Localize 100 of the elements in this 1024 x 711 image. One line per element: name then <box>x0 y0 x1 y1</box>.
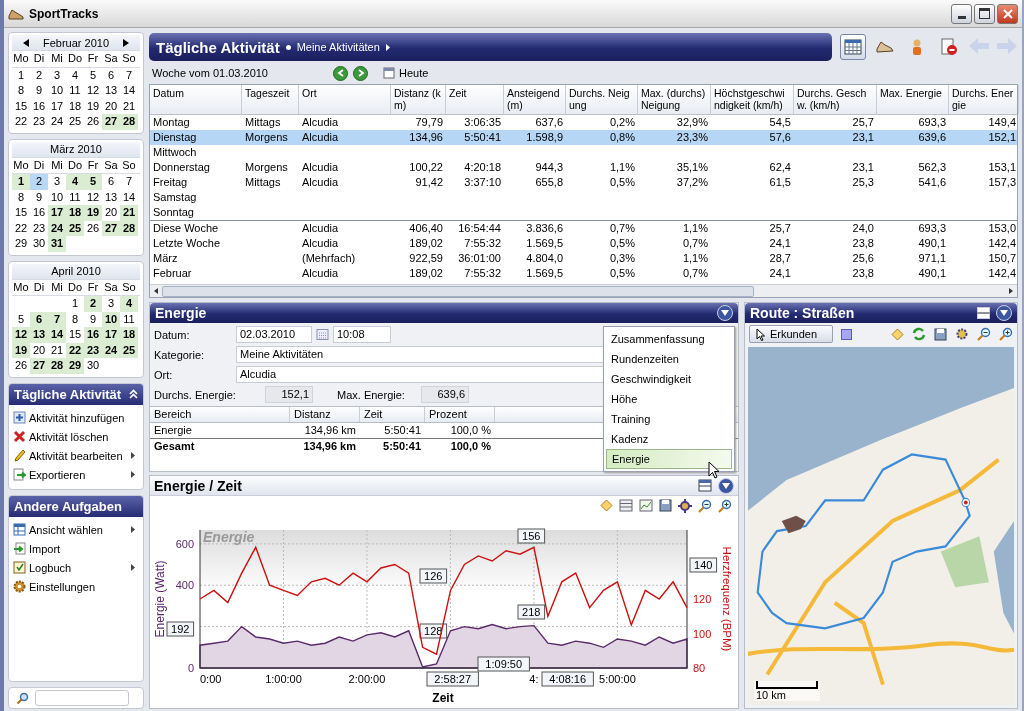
calendar-day[interactable]: 18 <box>66 98 84 114</box>
chevron-down-icon[interactable] <box>996 305 1012 321</box>
calendar-day[interactable]: 19 <box>84 205 102 221</box>
column-header[interactable]: Bereich <box>150 407 290 422</box>
calendar-day[interactable]: 20 <box>30 342 48 358</box>
calendar-day[interactable]: 20 <box>102 98 120 114</box>
column-header[interactable]: Höchstgeschwindigkeit (km/h) <box>711 85 794 114</box>
column-header[interactable]: Durchs. Energie <box>949 85 1019 114</box>
calendar-day[interactable]: 23 <box>30 114 48 130</box>
calendar-day[interactable]: 16 <box>30 205 48 221</box>
menu-item[interactable]: Training <box>606 409 732 429</box>
calendar-day[interactable]: 13 <box>102 189 120 205</box>
calendar-day[interactable]: 11 <box>66 189 84 205</box>
calendar-day[interactable]: 20 <box>102 205 120 221</box>
calendar-day[interactable]: 17 <box>48 98 66 114</box>
close-button[interactable] <box>997 3 1018 24</box>
calendar-day[interactable]: 1 <box>12 174 30 190</box>
calendar-day[interactable]: 29 <box>66 358 84 374</box>
table-row[interactable]: Donnerstag Morgens Alcudia 100,22 4:20:18 944,3 1,1% 35,1% 62,4 23,1 562,3 153,1 <box>150 160 1017 175</box>
calendar-day[interactable]: 5 <box>84 67 102 83</box>
calendar-day[interactable]: 3 <box>48 174 66 190</box>
calendar-day[interactable]: 31 <box>48 236 66 252</box>
calendar-day[interactable]: 15 <box>12 205 30 221</box>
calendar-day[interactable]: 7 <box>48 311 66 327</box>
calendar-day[interactable]: 23 <box>30 220 48 236</box>
calendar-day[interactable]: 15 <box>12 98 30 114</box>
calendar-day[interactable]: 27 <box>102 220 120 236</box>
calendar-day[interactable]: 10 <box>102 311 120 327</box>
calendar-day[interactable]: 7 <box>120 174 138 190</box>
calendar-icon[interactable] <box>316 328 329 341</box>
chevron-down-icon[interactable] <box>717 305 733 321</box>
column-header[interactable]: Datum <box>150 85 242 114</box>
calendar-day[interactable]: 4 <box>66 174 84 190</box>
calendar-day[interactable]: 14 <box>120 189 138 205</box>
task-item[interactable]: Aktivität bearbeiten <box>13 447 139 464</box>
column-header[interactable]: Ansteigend (m) <box>504 85 566 114</box>
zoom-out-icon[interactable] <box>698 499 712 514</box>
save-icon[interactable] <box>934 327 947 341</box>
previous-month-icon[interactable] <box>22 38 29 47</box>
calendar-day[interactable]: 8 <box>66 311 84 327</box>
calendar-day[interactable]: 26 <box>84 220 102 236</box>
column-header[interactable]: Durchs. Geschw. (km/h) <box>794 85 877 114</box>
table-row[interactable]: Montag Mittags Alcudia 79,79 3:06:35 637,6 0,2% 32,9% 54,5 25,7 693,3 149,4 <box>150 115 1017 130</box>
task-item[interactable]: Logbuch <box>13 559 139 576</box>
dropdown-arrow-icon[interactable] <box>385 43 390 51</box>
calendar-day[interactable]: 12 <box>12 327 30 343</box>
task-item[interactable]: Einstellungen <box>13 578 139 595</box>
column-header[interactable]: Max. Energie <box>877 85 949 114</box>
calendar-day[interactable]: 19 <box>84 98 102 114</box>
table-row[interactable]: Samstag <box>150 190 1017 205</box>
calendar-day[interactable]: 1 <box>66 296 84 312</box>
calendar-day[interactable]: 2 <box>30 67 48 83</box>
calendar-day[interactable]: 11 <box>66 83 84 99</box>
column-header[interactable]: Max. (durchs) Neigung <box>638 85 711 114</box>
explore-button[interactable]: Erkunden <box>749 325 833 343</box>
calendar-day[interactable]: 18 <box>120 327 138 343</box>
refresh-icon[interactable] <box>912 327 926 341</box>
calendar-day[interactable]: 21 <box>120 205 138 221</box>
calendar-day[interactable]: 18 <box>66 205 84 221</box>
fit-icon[interactable] <box>678 499 692 514</box>
column-header[interactable]: Prozent <box>425 407 495 422</box>
calendar-day[interactable]: 16 <box>84 327 102 343</box>
calendar-day[interactable]: 8 <box>12 189 30 205</box>
task-item[interactable]: Aktivität hinzufügen <box>13 409 139 426</box>
collapse-icon[interactable] <box>129 389 138 399</box>
calendar-day[interactable]: 9 <box>30 83 48 99</box>
column-header[interactable]: Zeit <box>446 85 504 114</box>
task-item[interactable]: Import <box>13 540 139 557</box>
calendar-day[interactable]: 22 <box>12 220 30 236</box>
calendar-day[interactable]: 14 <box>48 327 66 343</box>
calendar-day[interactable]: 30 <box>30 236 48 252</box>
calendar-day[interactable]: 26 <box>84 114 102 130</box>
save-icon[interactable] <box>659 499 672 513</box>
calendar-day[interactable]: 25 <box>66 114 84 130</box>
chart-icon[interactable] <box>639 499 653 513</box>
category-link[interactable]: Meine Aktivitäten <box>296 41 380 53</box>
today-button[interactable]: Heute <box>383 67 429 79</box>
calendar-day[interactable]: 28 <box>120 114 138 130</box>
zoom-in-icon[interactable] <box>999 327 1013 341</box>
menu-item[interactable]: Höhe <box>606 389 732 409</box>
table-row[interactable]: Freitag Mittags Alcudia 91,42 3:37:10 655,8 0,5% 37,2% 61,5 25,3 541,6 157,3 <box>150 175 1017 190</box>
task-item[interactable]: Ansicht wählen <box>13 521 139 538</box>
column-header[interactable]: Distanz (km) <box>391 85 446 114</box>
calendar-day[interactable]: 6 <box>30 311 48 327</box>
column-header[interactable]: Zeit <box>360 407 425 422</box>
minimize-button[interactable] <box>951 3 972 24</box>
task-item[interactable]: Aktivität löschen <box>13 428 139 445</box>
menu-item[interactable]: Zusammenfassung <box>606 329 732 349</box>
calendar-day[interactable]: 14 <box>120 83 138 99</box>
calendar-day[interactable]: 16 <box>30 98 48 114</box>
summary-row[interactable]: Letzte Woche Alcudia 189,02 7:55:32 1.569,5 0,5% 0,7% 24,1 23,8 490,1 142,4 <box>150 236 1017 251</box>
table-row[interactable]: Dienstag Morgens Alcudia 134,96 5:50:41 1.598,9 0,8% 23,3% 57,6 23,1 639,6 152,1 <box>150 130 1017 145</box>
date-field[interactable]: 02.03.2010 <box>236 326 312 343</box>
calendar-day[interactable]: 13 <box>30 327 48 343</box>
calendar-day[interactable]: 29 <box>12 236 30 252</box>
column-header[interactable]: Durchs. Neigung <box>566 85 638 114</box>
scroll-right-icon[interactable] <box>1007 287 1015 295</box>
square-icon[interactable] <box>841 328 852 340</box>
calendar-day[interactable]: 6 <box>102 174 120 190</box>
calendar-day[interactable]: 3 <box>102 296 120 312</box>
